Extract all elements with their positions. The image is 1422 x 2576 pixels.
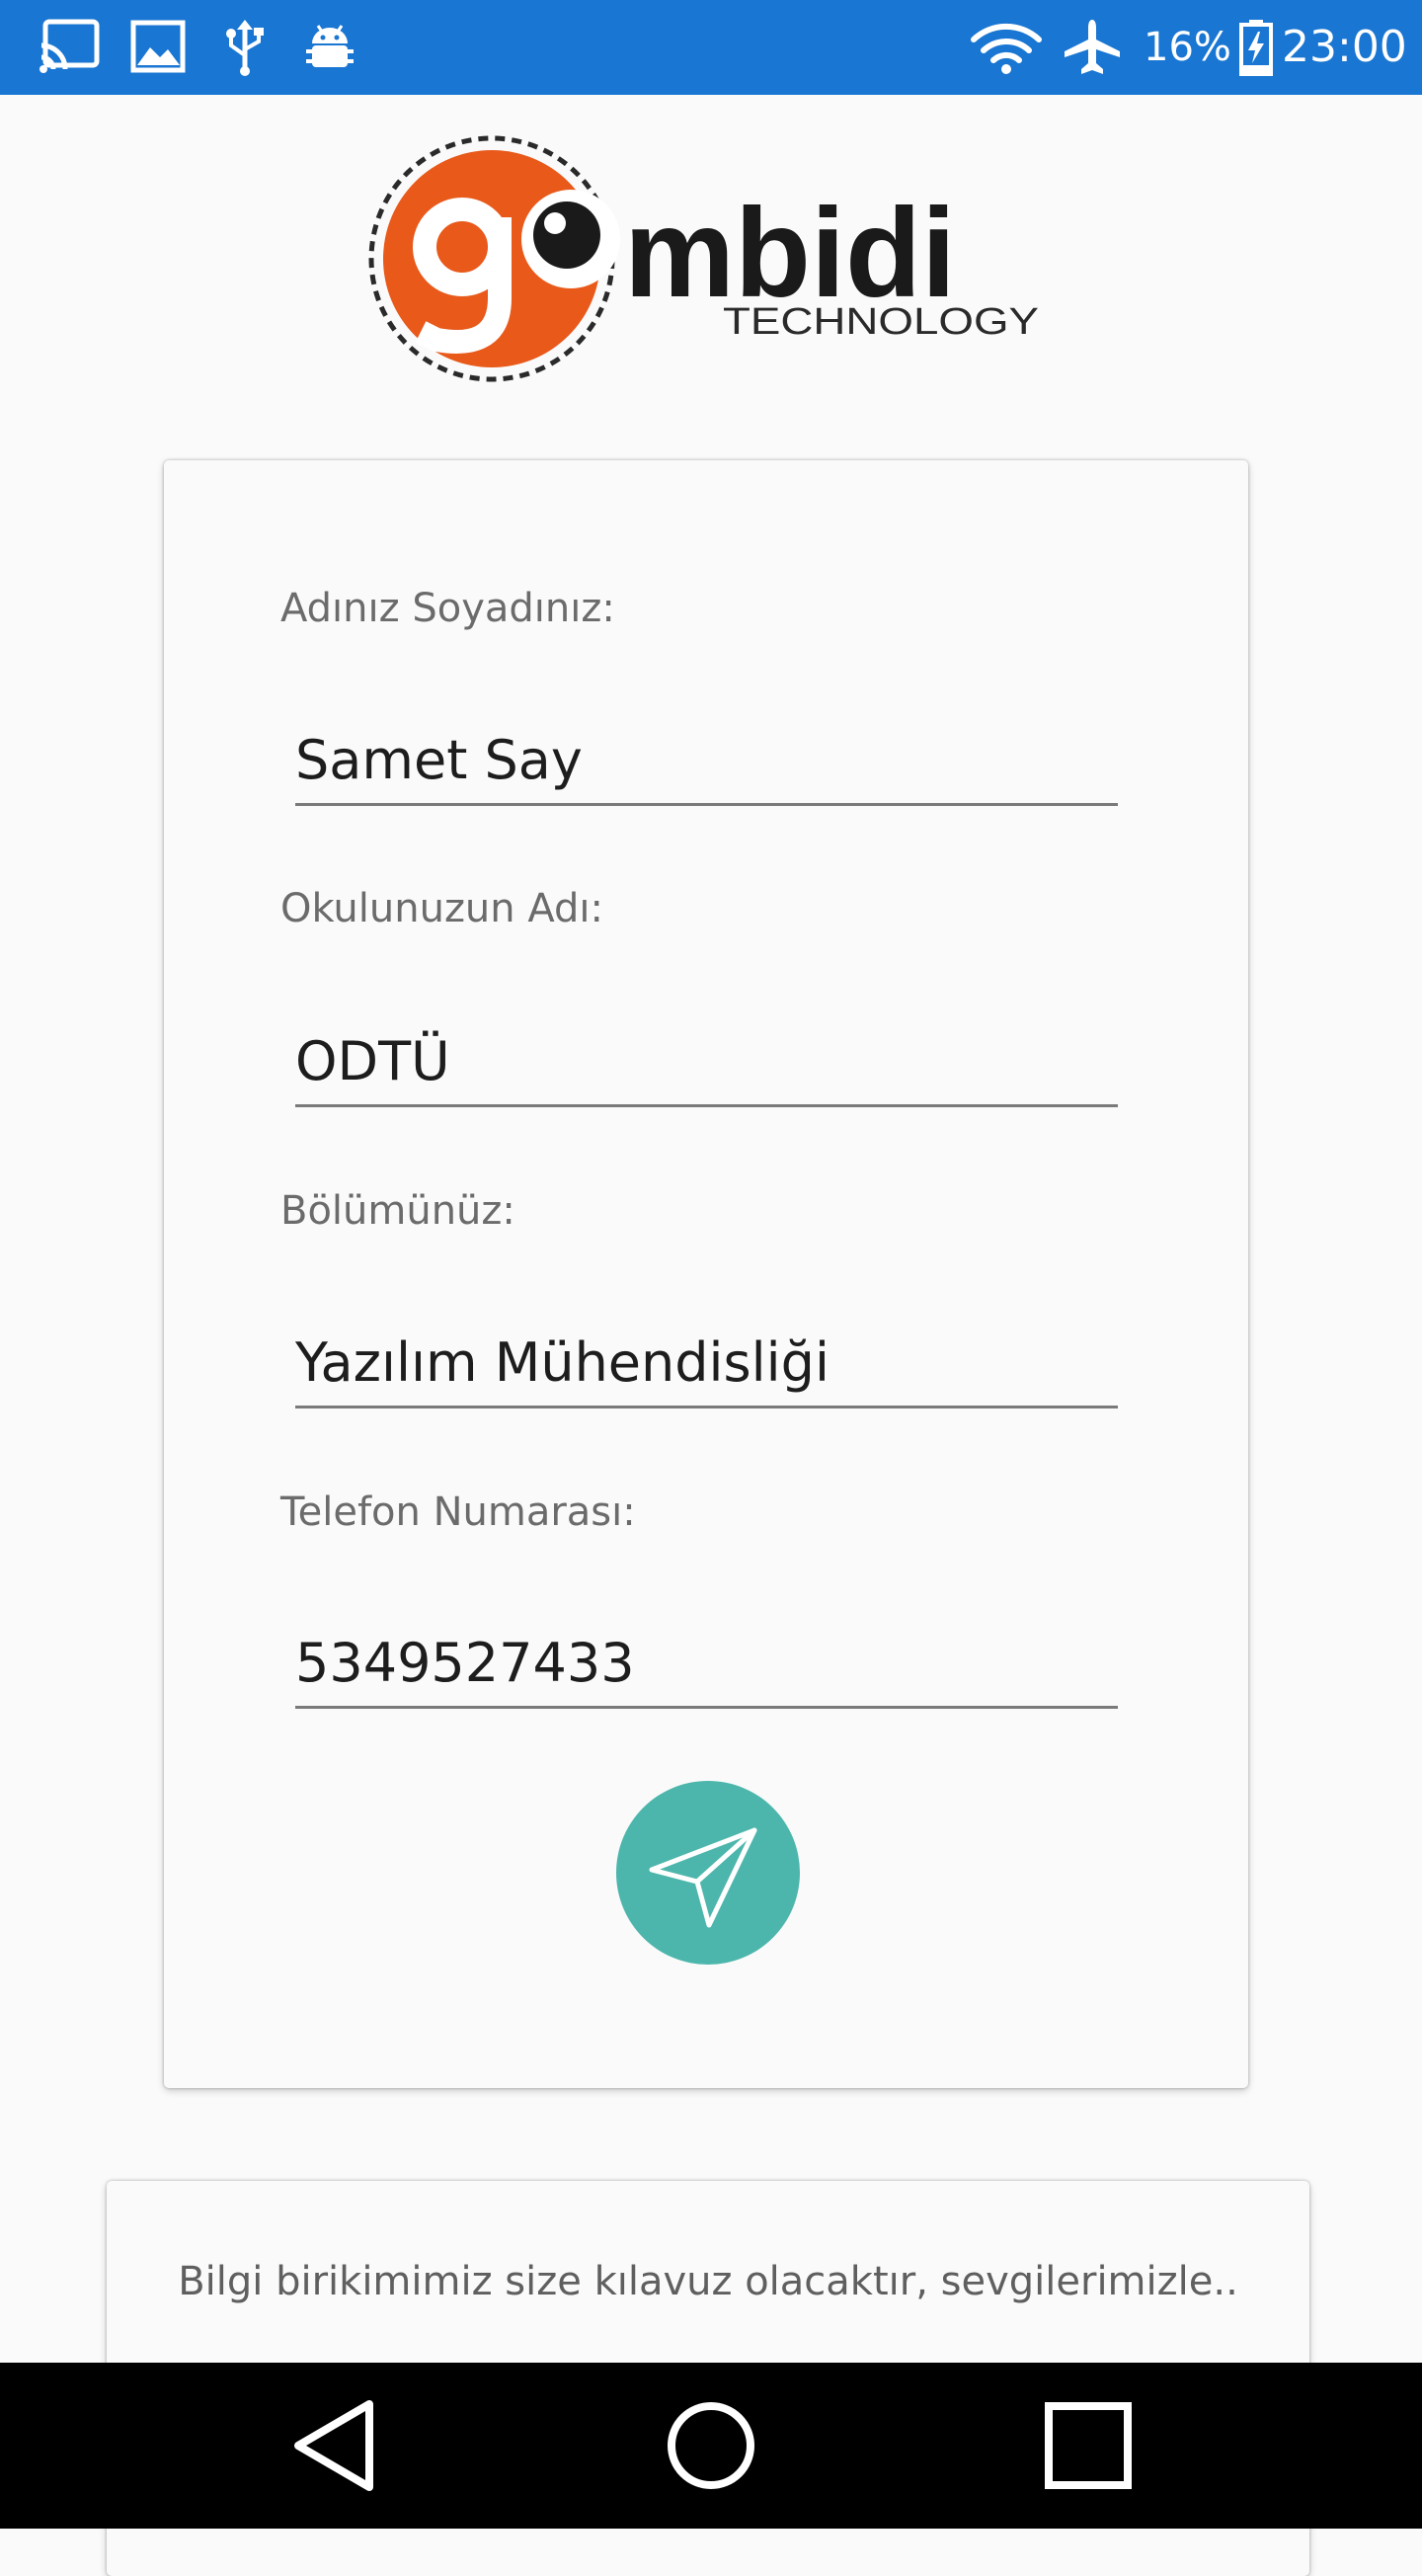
airplane-mode-icon [1065,20,1120,74]
recents-icon[interactable] [1019,2376,1157,2515]
battery-charging-icon [1239,20,1273,76]
send-icon [649,1827,757,1928]
battery-percent: 16% [1144,25,1231,70]
wifi-icon [971,23,1042,74]
logo-subtitle-text: TECHNOLOGY [723,301,1039,343]
image-icon [130,20,186,73]
department-input[interactable] [295,1320,1118,1409]
usb-icon [226,20,264,76]
phone-input[interactable] [295,1620,1118,1709]
phone-label: Telefon Numarası: [280,1489,636,1535]
status-bar: 16% 23:00 [0,0,1422,95]
name-input[interactable] [295,717,1118,806]
school-input[interactable] [295,1018,1118,1107]
cast-icon [40,19,100,73]
home-icon[interactable] [642,2376,780,2515]
send-button[interactable] [616,1781,800,1965]
department-label: Bölümünüz: [280,1188,515,1234]
footer-message: Bilgi birikimimiz size kılavuz olacaktır… [178,2259,1238,2304]
android-debug-icon [306,25,354,67]
gombidi-logo: mbidi TECHNOLOGY [368,135,1039,382]
clock-time: 23:00 [1282,22,1407,72]
name-label: Adınız Soyadınız: [280,586,615,631]
navigation-bar [0,2363,1422,2529]
school-label: Okulunuzun Adı: [280,886,603,931]
back-icon[interactable] [269,2376,407,2515]
registration-form-card: Adınız Soyadınız: Okulunuzun Adı: Bölümü… [164,460,1248,2088]
